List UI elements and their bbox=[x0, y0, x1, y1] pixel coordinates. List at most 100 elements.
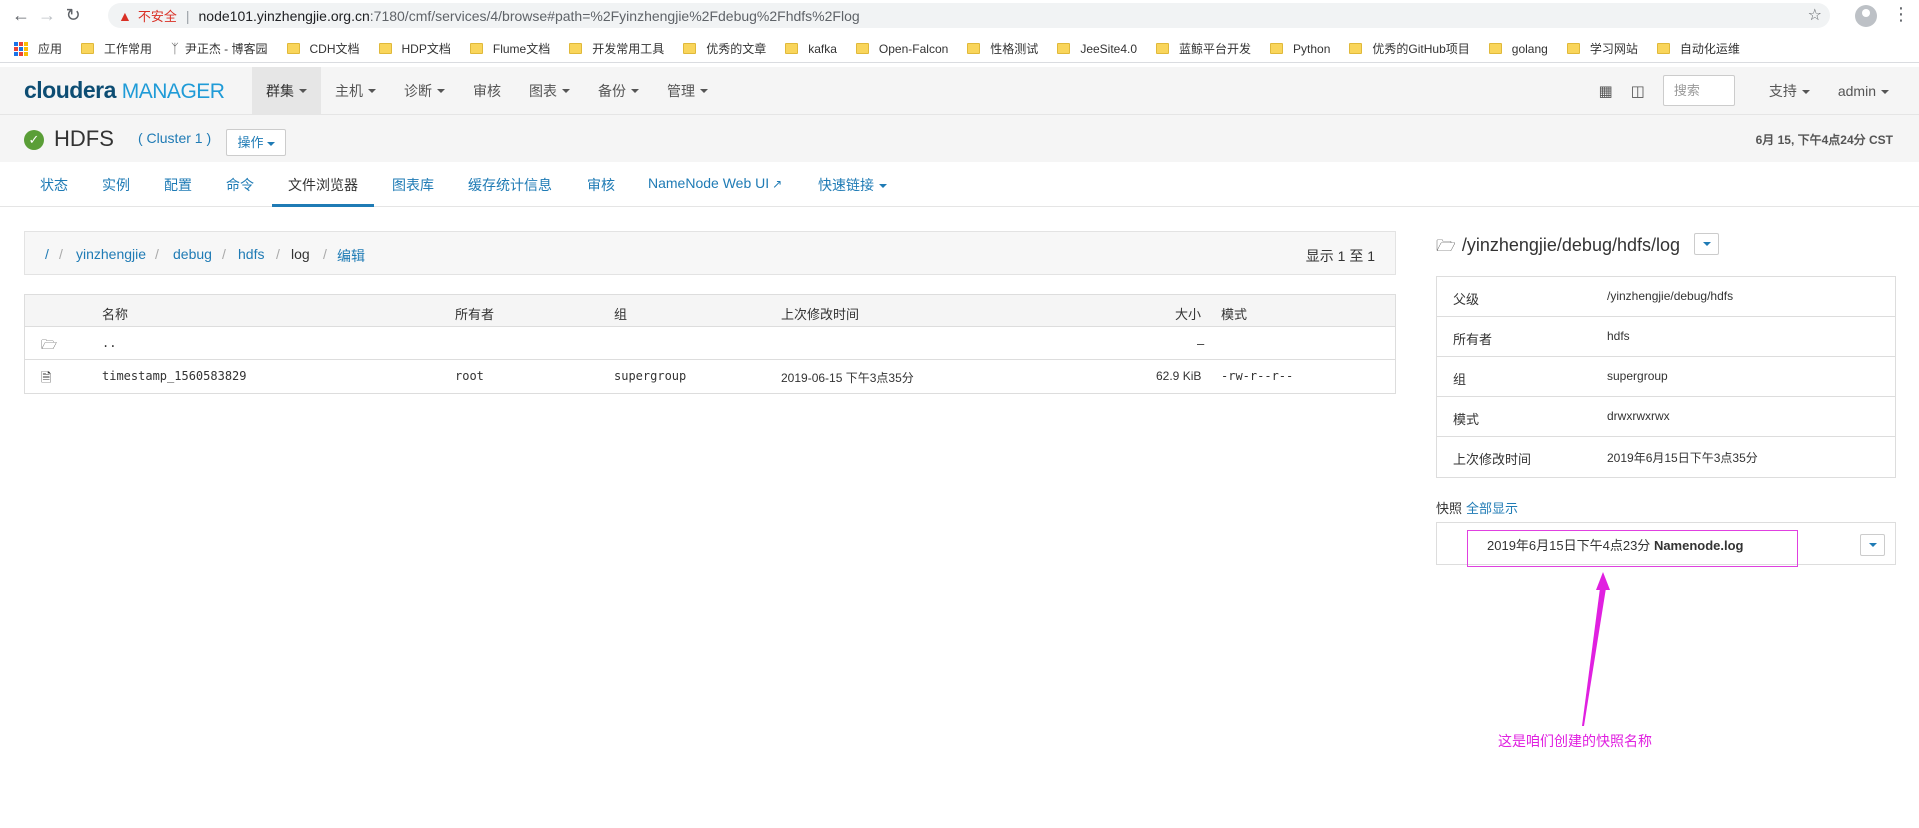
snapshot-actions-dropdown[interactable] bbox=[1860, 534, 1885, 556]
caret-down-icon bbox=[437, 88, 445, 93]
bookmark-item[interactable]: Open-Falcon bbox=[855, 42, 948, 56]
support-menu[interactable]: 支持 bbox=[1769, 81, 1810, 101]
tab-cache-statistics[interactable]: 缓存统计信息 bbox=[468, 175, 552, 195]
search-input[interactable]: 搜索 bbox=[1662, 75, 1735, 106]
file-name[interactable]: timestamp_1560583829 bbox=[102, 369, 247, 383]
annotation-highlight-box bbox=[1467, 530, 1798, 567]
bookmark-item[interactable]: HDP文档 bbox=[378, 40, 451, 57]
breadcrumb-yinzhengjie[interactable]: yinzhengjie bbox=[76, 246, 146, 262]
file-owner: root bbox=[455, 369, 484, 383]
info-row-owner: 所有者 hdfs bbox=[1437, 317, 1895, 357]
tab-file-browser[interactable]: 文件浏览器 bbox=[288, 175, 358, 195]
column-size[interactable]: 大小 bbox=[1175, 304, 1201, 323]
parent-link[interactable]: /yinzhengjie/debug/hdfs bbox=[1607, 289, 1733, 303]
bookmark-item[interactable]: ᛉ 尹正杰 - 博客园 bbox=[171, 40, 267, 57]
parcel-icon[interactable]: ▦ bbox=[1598, 82, 1612, 100]
back-arrow-icon[interactable]: ← bbox=[8, 3, 34, 29]
caret-down-icon bbox=[1801, 89, 1810, 94]
bookmark-item[interactable]: Flume文档 bbox=[469, 40, 550, 57]
browser-menu-icon[interactable]: ⋮ bbox=[1892, 4, 1910, 24]
tab-quick-links[interactable]: 快速链接 bbox=[818, 175, 887, 195]
bookmark-item[interactable]: 优秀的GitHub项目 bbox=[1349, 40, 1470, 57]
bookmark-item[interactable]: 开发常用工具 bbox=[569, 40, 664, 57]
column-owner[interactable]: 所有者 bbox=[455, 304, 494, 323]
apps-grid-icon bbox=[14, 41, 28, 56]
folder-open-icon: 🗁 bbox=[41, 337, 58, 352]
bookmark-apps[interactable]: 应用 bbox=[14, 40, 62, 57]
bookmark-item[interactable]: CDH文档 bbox=[286, 40, 360, 57]
breadcrumb-hdfs[interactable]: hdfs bbox=[238, 246, 264, 262]
bookmark-item[interactable]: 性格测试 bbox=[967, 40, 1038, 57]
show-all-snapshots-link[interactable]: 全部显示 bbox=[1466, 501, 1518, 516]
folder-open-icon: 🗁 bbox=[1436, 238, 1456, 255]
tab-namenode-web-ui[interactable]: NameNode Web UI ↗ bbox=[648, 175, 782, 191]
forward-arrow-icon[interactable]: → bbox=[34, 3, 60, 29]
running-commands-icon[interactable]: ◫ bbox=[1631, 82, 1645, 100]
table-row[interactable]: 🗎 timestamp_1560583829 root supergroup 2… bbox=[25, 360, 1395, 393]
directory-actions-dropdown[interactable] bbox=[1694, 233, 1719, 255]
info-row-modified: 上次修改时间 2019年6月15日下午3点35分 bbox=[1453, 451, 1758, 467]
active-tab-indicator bbox=[272, 204, 374, 207]
folder-icon bbox=[569, 43, 583, 54]
bookmark-item[interactable]: kafka bbox=[785, 42, 837, 56]
folder-icon bbox=[1488, 43, 1502, 54]
tab-configuration[interactable]: 配置 bbox=[164, 175, 192, 195]
tab-audits[interactable]: 审核 bbox=[587, 175, 615, 195]
breadcrumb-log: log bbox=[291, 246, 310, 262]
breadcrumb-debug[interactable]: debug bbox=[173, 246, 212, 262]
bookmark-item[interactable]: 自动化运维 bbox=[1656, 40, 1740, 57]
menu-charts[interactable]: 图表 bbox=[515, 67, 584, 114]
address-bar[interactable]: ▲ 不安全 | node101.yinzhengjie.org.cn:7180/… bbox=[108, 3, 1830, 28]
cloudera-manager-logo[interactable]: cloudera MANAGER bbox=[24, 77, 225, 104]
column-mode[interactable]: 模式 bbox=[1221, 304, 1247, 323]
menu-audits[interactable]: 审核 bbox=[459, 67, 515, 114]
menu-backup[interactable]: 备份 bbox=[584, 67, 653, 114]
caret-down-icon bbox=[631, 88, 639, 93]
service-title: HDFS bbox=[54, 126, 114, 151]
actions-button[interactable]: 操作 bbox=[226, 129, 286, 156]
column-group[interactable]: 组 bbox=[614, 304, 627, 323]
bookmarks-bar: 应用 工作常用 ᛉ 尹正杰 - 博客园 CDH文档 HDP文档 Flume文档 开… bbox=[0, 35, 1919, 63]
blog-icon: ᛉ bbox=[171, 41, 179, 56]
menu-hosts[interactable]: 主机 bbox=[321, 67, 390, 114]
file-modified: 2019-06-15 下午3点35分 bbox=[781, 371, 914, 385]
menu-clusters[interactable]: 群集 bbox=[252, 67, 321, 114]
tab-instances[interactable]: 实例 bbox=[102, 175, 130, 195]
annotation-arrow-icon bbox=[1582, 572, 1610, 726]
tab-commands[interactable]: 命令 bbox=[226, 175, 254, 195]
folder-icon bbox=[1057, 43, 1071, 54]
breadcrumb-edit[interactable]: 编辑 bbox=[337, 246, 365, 266]
menu-administration[interactable]: 管理 bbox=[653, 67, 722, 114]
folder-icon bbox=[378, 43, 392, 54]
tab-status[interactable]: 状态 bbox=[40, 175, 68, 195]
navbar-right: ▦ ◫ 搜索 支持 admin bbox=[1598, 67, 1889, 114]
folder-icon bbox=[785, 43, 799, 54]
folder-icon bbox=[1349, 43, 1363, 54]
bookmark-star-icon[interactable]: ☆ bbox=[1808, 5, 1822, 25]
file-name[interactable]: .. bbox=[102, 336, 116, 350]
bookmark-item[interactable]: JeeSite4.0 bbox=[1057, 42, 1137, 56]
snapshots-header: 快照 全部显示 bbox=[1436, 501, 1519, 516]
bookmark-item[interactable]: golang bbox=[1488, 42, 1548, 56]
column-name[interactable]: 名称 bbox=[102, 304, 128, 323]
bookmark-item[interactable]: Python bbox=[1270, 42, 1330, 56]
user-menu[interactable]: admin bbox=[1838, 83, 1889, 99]
column-modified[interactable]: 上次修改时间 bbox=[781, 304, 859, 323]
file-mode: -rw-r--r-- bbox=[1221, 369, 1294, 383]
menu-diagnostics[interactable]: 诊断 bbox=[390, 67, 459, 114]
reload-icon[interactable]: ↻ bbox=[60, 3, 86, 29]
caret-down-icon bbox=[368, 88, 376, 93]
profile-avatar[interactable] bbox=[1855, 5, 1877, 27]
bookmark-item[interactable]: 工作常用 bbox=[81, 40, 152, 57]
tab-chart-library[interactable]: 图表库 bbox=[392, 175, 434, 195]
table-row[interactable]: 🗁 .. – bbox=[25, 327, 1395, 360]
folder-icon bbox=[967, 43, 981, 54]
bookmark-item[interactable]: 优秀的文章 bbox=[683, 40, 766, 57]
caret-down-icon bbox=[1869, 543, 1877, 547]
bookmark-item[interactable]: 学习网站 bbox=[1566, 40, 1638, 57]
cm-navbar: cloudera MANAGER 群集 主机 诊断 审核 图表 备份 管理 ▦ … bbox=[0, 67, 1919, 115]
folder-icon bbox=[286, 43, 300, 54]
bookmark-item[interactable]: 蓝鲸平台开发 bbox=[1156, 40, 1251, 57]
cluster-link[interactable]: ( Cluster 1 ) bbox=[138, 130, 211, 146]
breadcrumb-root[interactable]: / bbox=[45, 246, 49, 262]
